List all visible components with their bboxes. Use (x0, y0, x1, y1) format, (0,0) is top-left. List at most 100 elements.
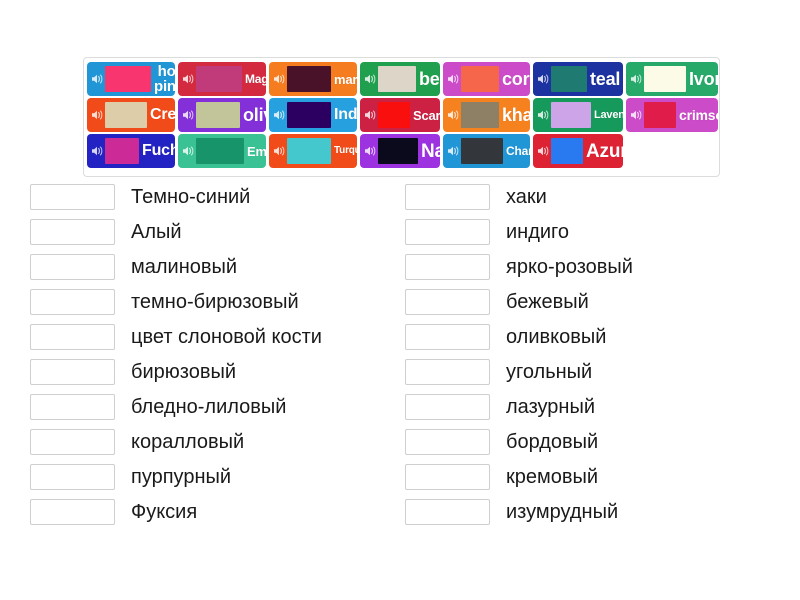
answer-list-right: хаки индиго ярко-розовый бежевый оливковый уг… (405, 184, 775, 534)
answer-row: лазурный (405, 394, 775, 420)
color-tile[interactable]: Emerald (178, 134, 266, 168)
answer-label: пурпурный (131, 466, 232, 488)
answer-drop-box[interactable] (405, 254, 490, 280)
speaker-icon[interactable] (271, 98, 287, 132)
answer-drop-box[interactable] (30, 254, 115, 280)
answer-drop-box[interactable] (405, 324, 490, 350)
answer-row: оливковый (405, 324, 775, 350)
answer-row: Темно-синий (30, 184, 400, 210)
answer-label: изумрудный (506, 501, 619, 523)
color-swatch (644, 66, 686, 92)
color-tile[interactable]: maroon (269, 62, 357, 96)
answer-drop-box[interactable] (405, 219, 490, 245)
color-swatch (461, 138, 503, 164)
color-tile[interactable]: hot pink (87, 62, 175, 96)
color-tile[interactable]: Navy (360, 134, 440, 168)
color-tile[interactable]: Turquoise (269, 134, 357, 168)
color-tile[interactable]: crimson (626, 98, 718, 132)
color-tile[interactable]: Lavender (533, 98, 623, 132)
answer-drop-box[interactable] (30, 464, 115, 490)
speaker-icon[interactable] (535, 62, 551, 96)
speaker-icon[interactable] (89, 62, 105, 96)
answer-label: коралловый (131, 431, 245, 453)
color-tile[interactable]: olive (178, 98, 266, 132)
color-tile[interactable]: Azure (533, 134, 623, 168)
speaker-icon[interactable] (628, 98, 644, 132)
answer-drop-box[interactable] (405, 359, 490, 385)
answer-label: бордовый (506, 431, 599, 453)
answer-drop-box[interactable] (30, 289, 115, 315)
speaker-icon[interactable] (89, 98, 105, 132)
color-tile-label: Azure (586, 140, 623, 162)
color-tile[interactable]: Charcoal (443, 134, 530, 168)
color-tile[interactable]: beige (360, 62, 440, 96)
speaker-icon[interactable] (362, 134, 378, 168)
answer-drop-box[interactable] (405, 184, 490, 210)
color-swatch (196, 66, 242, 92)
answer-label: бежевый (506, 291, 589, 313)
answer-drop-box[interactable] (30, 219, 115, 245)
speaker-icon[interactable] (180, 98, 196, 132)
speaker-icon[interactable] (445, 134, 461, 168)
answer-label: оливковый (506, 326, 607, 348)
speaker-icon[interactable] (362, 62, 378, 96)
speaker-icon[interactable] (628, 62, 644, 96)
color-tile[interactable]: Scarlet (360, 98, 440, 132)
color-tile[interactable]: coral (443, 62, 530, 96)
speaker-icon[interactable] (535, 98, 551, 132)
color-tile-label: hot pink (154, 63, 175, 95)
speaker-icon[interactable] (180, 134, 196, 168)
answer-drop-box[interactable] (30, 499, 115, 525)
color-tile-label: Charcoal (506, 144, 530, 158)
color-tile-label: Lavender (594, 108, 623, 121)
answer-label: малиновый (131, 256, 238, 278)
answer-row: хаки (405, 184, 775, 210)
answer-drop-box[interactable] (30, 324, 115, 350)
answer-label: угольный (506, 361, 593, 383)
color-tile[interactable]: Magenta (178, 62, 266, 96)
color-tile-label: maroon (334, 71, 357, 87)
answer-label: бледно-лиловый (131, 396, 287, 418)
answer-drop-box[interactable] (405, 394, 490, 420)
speaker-icon[interactable] (362, 98, 378, 132)
answer-drop-box[interactable] (405, 289, 490, 315)
color-tile[interactable]: teal (533, 62, 623, 96)
speaker-icon[interactable] (535, 134, 551, 168)
answer-row: бордовый (405, 429, 775, 455)
color-tile[interactable]: khaki (443, 98, 530, 132)
speaker-icon[interactable] (271, 134, 287, 168)
color-tile-label: Emerald (247, 143, 266, 159)
answer-row: бежевый (405, 289, 775, 315)
answer-label: Темно-синий (131, 186, 251, 208)
speaker-icon[interactable] (271, 62, 287, 96)
answer-drop-box[interactable] (405, 499, 490, 525)
answer-label: бирюзовый (131, 361, 236, 383)
answer-row: цвет слоновой кости (30, 324, 400, 350)
answer-label: индиго (506, 221, 570, 243)
color-swatch (105, 102, 147, 128)
answer-drop-box[interactable] (30, 359, 115, 385)
speaker-icon[interactable] (89, 134, 105, 168)
color-tile[interactable]: Indigo (269, 98, 357, 132)
answer-label: темно-бирюзовый (131, 291, 299, 313)
answer-drop-box[interactable] (405, 464, 490, 490)
speaker-icon[interactable] (180, 62, 196, 96)
color-tile-label: Magenta (245, 72, 266, 86)
answer-drop-box[interactable] (405, 429, 490, 455)
color-swatch (378, 102, 410, 128)
answer-row: ярко-розовый (405, 254, 775, 280)
answer-row: Фуксия (30, 499, 400, 525)
color-tile[interactable]: Fuchsia (87, 134, 175, 168)
speaker-icon[interactable] (445, 62, 461, 96)
color-tile-label: olive (243, 105, 266, 125)
speaker-icon[interactable] (445, 98, 461, 132)
answer-drop-box[interactable] (30, 184, 115, 210)
color-tile[interactable]: Cream (87, 98, 175, 132)
color-tile-label: beige (419, 69, 440, 89)
color-tile[interactable]: Ivory (626, 62, 718, 96)
color-swatch (105, 138, 139, 164)
answer-drop-box[interactable] (30, 429, 115, 455)
color-swatch (287, 66, 331, 92)
answer-row: бледно-лиловый (30, 394, 400, 420)
answer-drop-box[interactable] (30, 394, 115, 420)
